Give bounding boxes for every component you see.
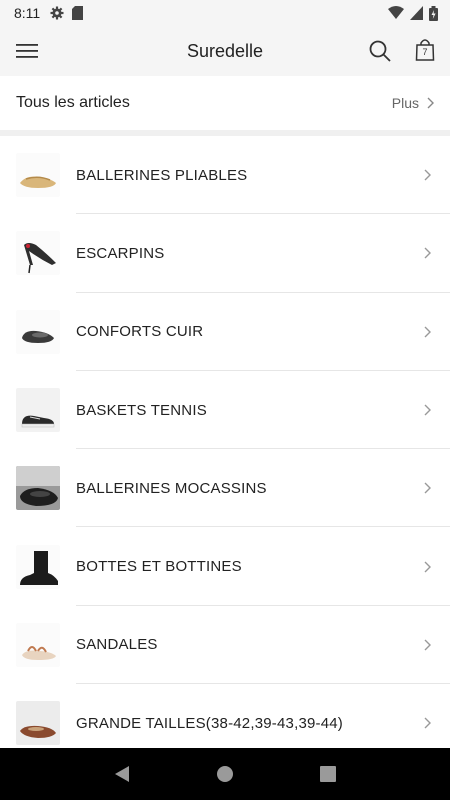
system-navigation-bar (0, 748, 450, 800)
shopping-bag-button[interactable]: 7 (415, 38, 435, 62)
product-thumbnail (16, 701, 60, 746)
menu-icon[interactable] (15, 41, 39, 61)
back-triangle-icon (114, 766, 129, 782)
home-button[interactable] (205, 754, 245, 794)
status-bar: 8:11 (0, 0, 450, 26)
product-thumbnail (16, 388, 60, 433)
product-thumbnail (16, 622, 60, 667)
cart-count-badge: 7 (422, 47, 428, 57)
category-name: BOTTES ET BOTTINES (76, 558, 242, 576)
chevron-right-icon (424, 561, 431, 573)
gear-icon (50, 6, 64, 20)
category-name: GRANDE TAILLES(38-42,39-43,39-44) (76, 714, 344, 732)
search-icon[interactable] (368, 39, 392, 63)
category-item[interactable]: BALLERINES MOCASSINS (0, 449, 450, 528)
product-thumbnail (16, 309, 60, 354)
category-name: SANDALES (76, 636, 158, 654)
category-item[interactable]: BASKETS TENNIS (0, 371, 450, 450)
product-thumbnail (16, 466, 60, 511)
app-bar: Suredelle 7 (0, 26, 450, 76)
all-articles-row[interactable]: Tous les articles Plus (0, 76, 450, 130)
recents-button[interactable] (308, 754, 348, 794)
category-name: BALLERINES PLIABLES (76, 166, 248, 184)
product-thumbnail (16, 153, 60, 198)
signal-icon (410, 6, 423, 20)
chevron-right-icon (424, 326, 431, 338)
chevron-right-icon (424, 482, 431, 494)
wifi-icon (388, 6, 404, 19)
product-thumbnail (16, 544, 60, 589)
more-label: Plus (391, 95, 419, 111)
category-item[interactable]: ESCARPINS (0, 214, 450, 293)
product-thumbnail (16, 231, 60, 276)
chevron-right-icon (424, 717, 431, 729)
more-link[interactable]: Plus (392, 95, 434, 111)
home-circle-icon (216, 766, 233, 782)
sd-card-icon (72, 6, 84, 20)
chevron-right-icon (427, 97, 434, 109)
chevron-right-icon (424, 404, 431, 416)
back-button[interactable] (102, 754, 142, 794)
category-item[interactable]: BALLERINES PLIABLES (0, 136, 450, 215)
category-name: BASKETS TENNIS (76, 401, 207, 419)
category-name: BALLERINES MOCASSINS (76, 479, 267, 497)
recents-square-icon (320, 766, 337, 782)
chevron-right-icon (424, 639, 431, 651)
chevron-right-icon (424, 169, 431, 181)
battery-icon (429, 5, 438, 21)
category-list: BALLERINES PLIABLES ESCARPINS CONFORTS C… (0, 136, 450, 748)
all-articles-label: Tous les articles (16, 94, 130, 111)
category-item[interactable]: BOTTES ET BOTTINES (0, 527, 450, 606)
category-name: CONFORTS CUIR (76, 323, 204, 341)
category-name: ESCARPINS (76, 244, 165, 262)
category-item[interactable]: GRANDE TAILLES(38-42,39-43,39-44) (0, 684, 450, 748)
category-item[interactable]: CONFORTS CUIR (0, 293, 450, 371)
status-time: 8:11 (14, 5, 41, 21)
chevron-right-icon (424, 247, 431, 259)
category-item[interactable]: SANDALES (0, 606, 450, 685)
